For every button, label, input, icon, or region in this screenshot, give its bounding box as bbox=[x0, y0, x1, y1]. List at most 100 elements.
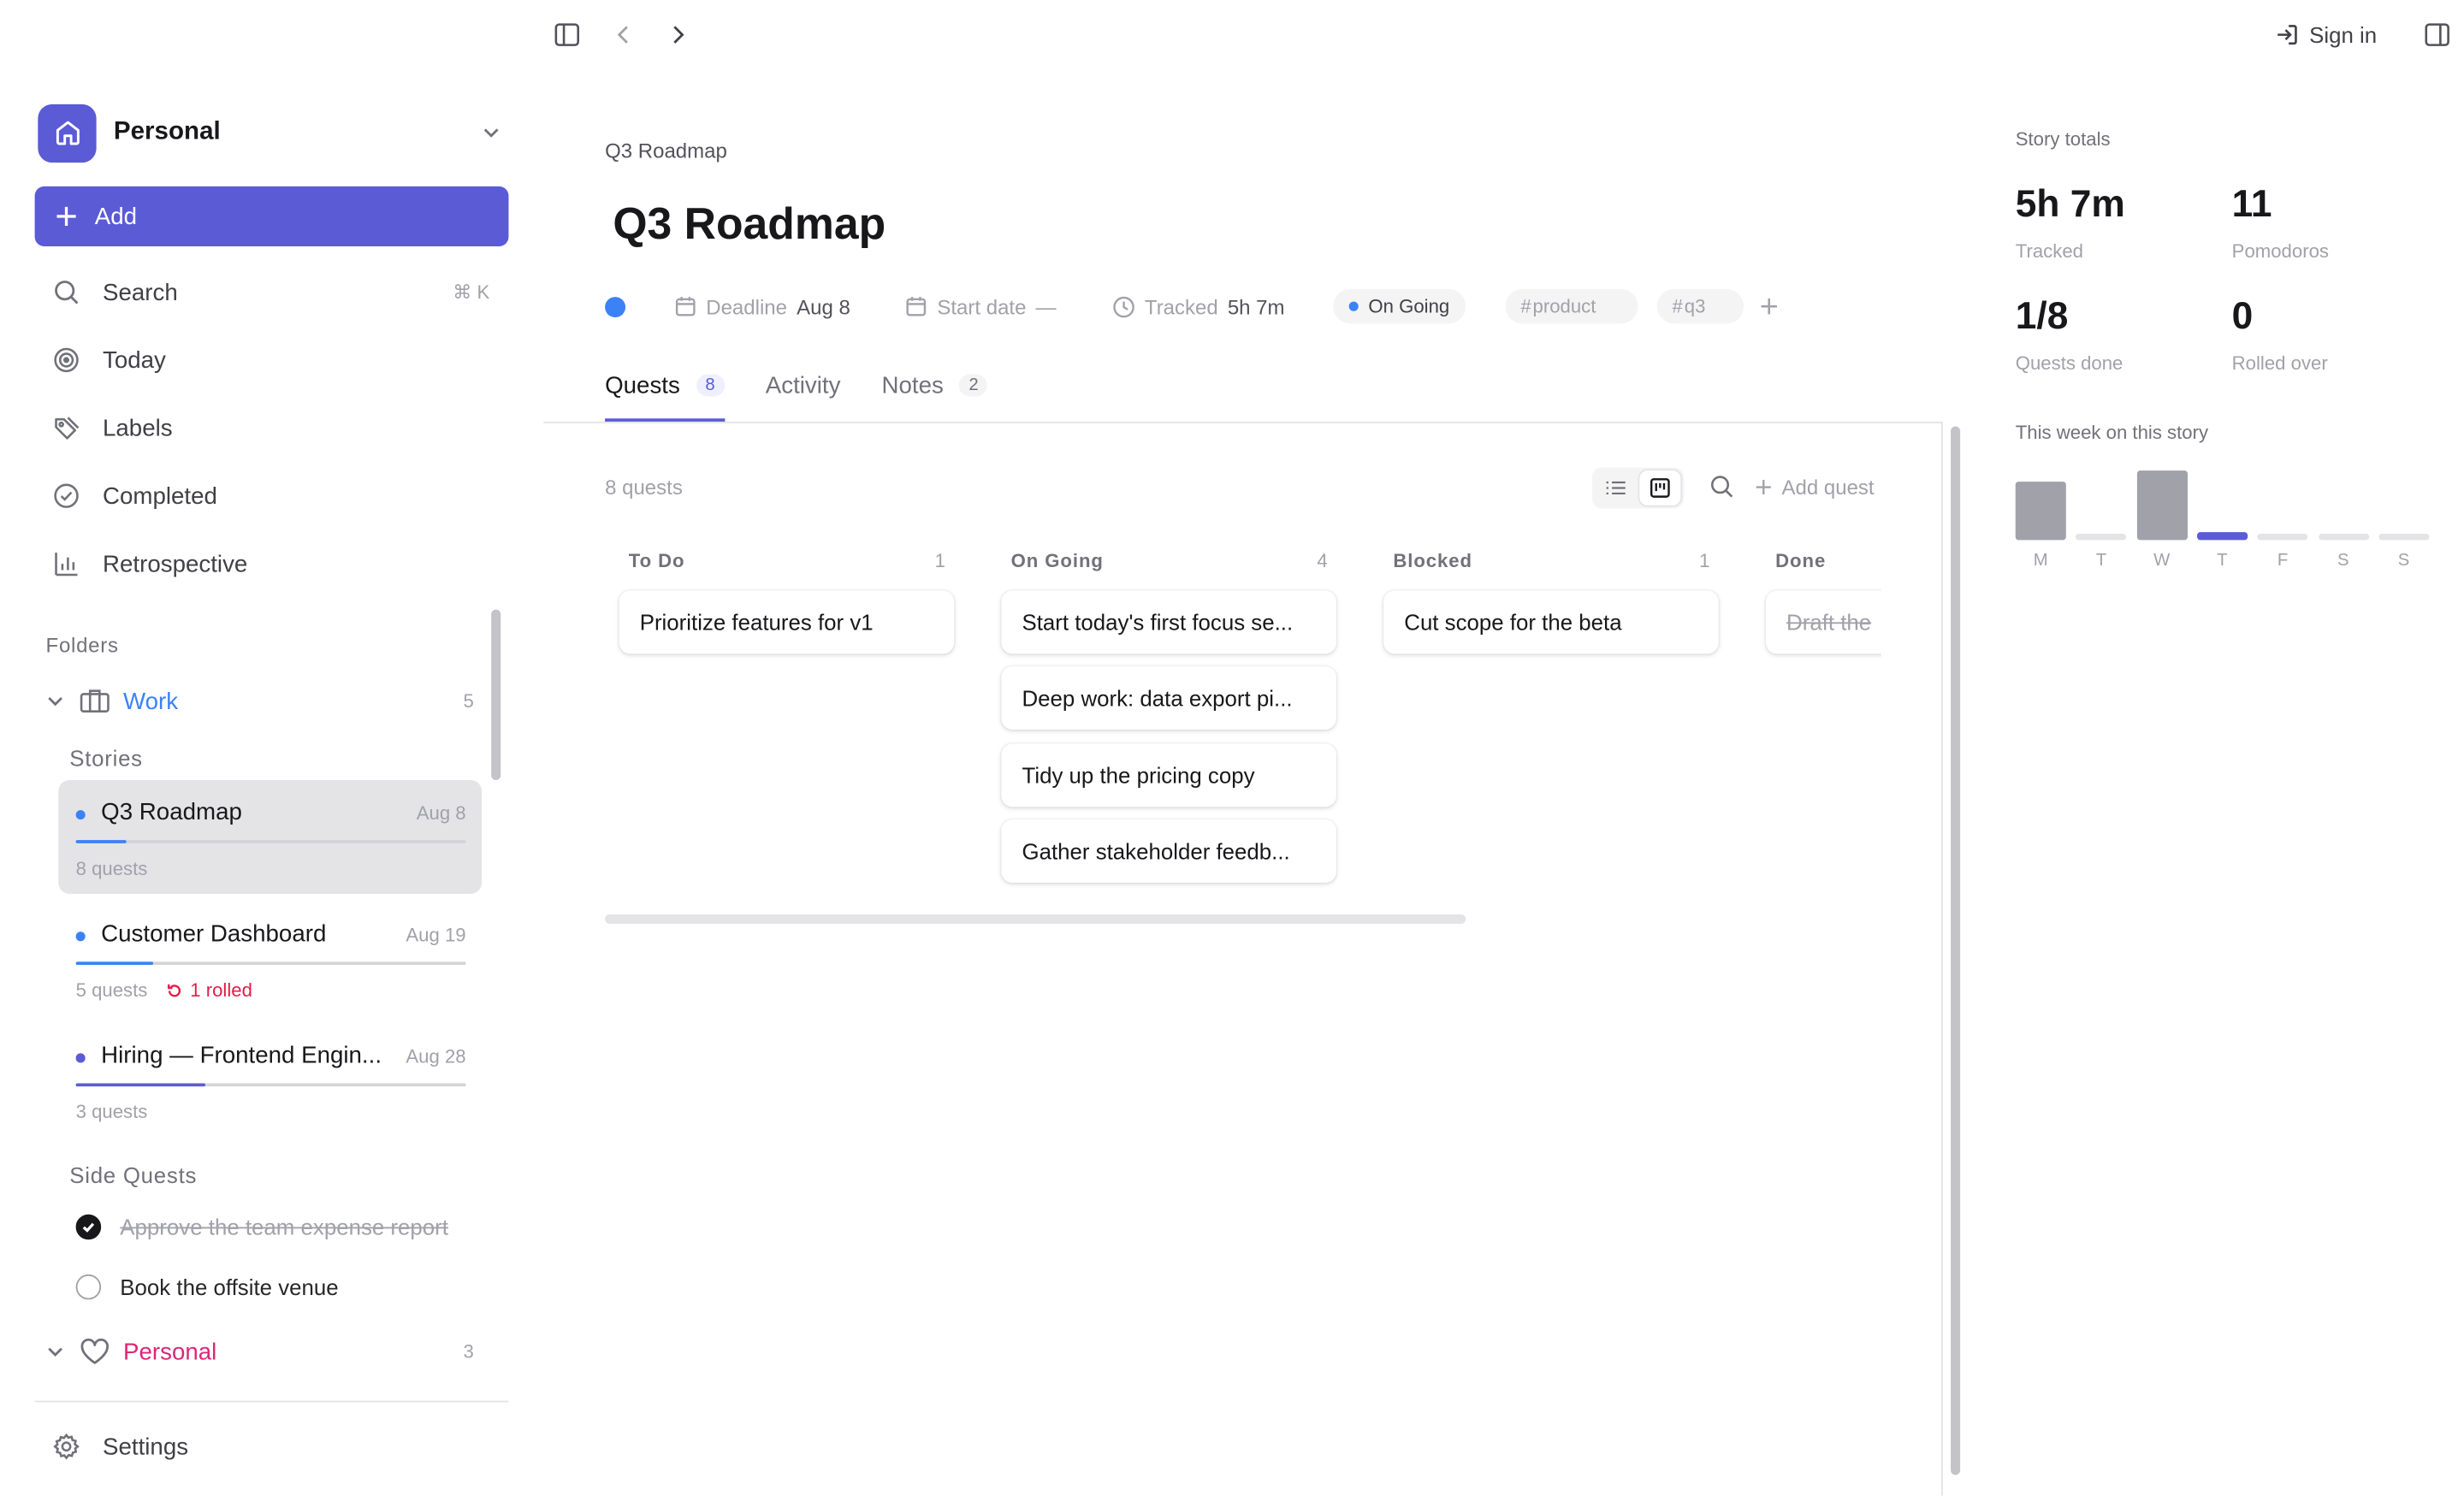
nav-retrospective[interactable]: Retrospective bbox=[35, 535, 509, 592]
story-color-dot bbox=[75, 1053, 86, 1063]
toggle-sidebar-button[interactable] bbox=[549, 17, 584, 52]
add-quest-label: Add quest bbox=[1781, 475, 1875, 500]
folder-personal[interactable]: Personal 3 bbox=[44, 1331, 474, 1372]
folder-work[interactable]: Work 5 bbox=[44, 681, 474, 722]
column-count: 1 bbox=[934, 549, 946, 572]
board-view-button[interactable] bbox=[1639, 470, 1681, 506]
list-view-button[interactable] bbox=[1596, 470, 1637, 506]
bar-chart-icon bbox=[55, 553, 78, 577]
story-quest-count: 5 quests bbox=[75, 979, 148, 1002]
view-toggle bbox=[1591, 467, 1685, 509]
right-panel-icon bbox=[2425, 23, 2449, 46]
deadline-property[interactable]: Deadline Aug 8 bbox=[674, 294, 850, 318]
quest-card[interactable]: Deep work: data export pi... bbox=[1001, 666, 1336, 730]
start-date-property[interactable]: Start date — bbox=[905, 294, 1057, 319]
tab-notes[interactable]: Notes 2 bbox=[881, 370, 988, 423]
tracked-total: 5h 7m bbox=[2015, 183, 2125, 227]
story-totals-label: Story totals bbox=[2015, 127, 2111, 151]
sidebar-scrollbar-thumb[interactable] bbox=[491, 609, 501, 781]
tracked-property[interactable]: Tracked 5h 7m bbox=[1111, 294, 1285, 319]
quest-card[interactable]: Start today's first focus se... bbox=[1001, 590, 1336, 654]
target-icon bbox=[54, 347, 79, 373]
tag-product[interactable]: # product bbox=[1504, 288, 1638, 324]
story-date: Aug 8 bbox=[416, 801, 466, 825]
story-progress bbox=[75, 840, 466, 843]
nav-today[interactable]: Today bbox=[35, 332, 509, 388]
start-date-value: — bbox=[1035, 294, 1057, 319]
search-shortcut: ⌘ K bbox=[453, 281, 490, 304]
week-day-label: S bbox=[2337, 551, 2349, 571]
quest-card[interactable]: Gather stakeholder feedb... bbox=[1001, 819, 1336, 884]
search-quests-button[interactable] bbox=[1709, 474, 1735, 500]
sign-in-label: Sign in bbox=[2309, 21, 2378, 48]
nav-labels[interactable]: Labels bbox=[35, 399, 509, 456]
rolled-over-total: 0 bbox=[2231, 295, 2254, 339]
rolled-badge: 1 rolled bbox=[167, 979, 252, 1001]
search-icon bbox=[55, 281, 79, 305]
tab-activity[interactable]: Activity bbox=[766, 370, 841, 423]
quest-card[interactable]: Cut scope for the beta bbox=[1383, 590, 1719, 654]
week-day-label: S bbox=[2397, 551, 2410, 571]
quests-done-label: Quests done bbox=[2015, 352, 2123, 375]
back-button[interactable] bbox=[607, 17, 642, 52]
sidebar-divider bbox=[34, 1400, 509, 1403]
tab-count: 8 bbox=[696, 374, 725, 397]
toggle-right-panel-button[interactable] bbox=[2420, 17, 2455, 52]
plus-icon bbox=[1760, 298, 1777, 315]
check-circle-icon bbox=[54, 483, 79, 508]
column-count: 4 bbox=[1317, 549, 1329, 572]
workspace-switcher[interactable]: Personal bbox=[38, 103, 508, 163]
side-quest-label: Approve the team expense report bbox=[120, 1214, 448, 1240]
nav-completed[interactable]: Completed bbox=[35, 467, 509, 523]
story-quest-count: 8 quests bbox=[75, 857, 148, 880]
main-scrollbar[interactable] bbox=[1947, 426, 1963, 1478]
quest-card[interactable]: Prioritize features for v1 bbox=[619, 590, 955, 654]
checkbox-checked[interactable] bbox=[75, 1214, 102, 1240]
side-quest-item[interactable]: Approve the team expense report bbox=[75, 1209, 448, 1245]
chevron-down-icon bbox=[483, 128, 499, 138]
folders-label: Folders bbox=[45, 633, 119, 658]
kanban-board: To Do 1 Prioritize features for v1 On Goi… bbox=[605, 534, 1881, 913]
quest-card[interactable]: Draft the bbox=[1766, 590, 1881, 654]
add-tag-button[interactable] bbox=[1759, 297, 1778, 316]
checkbox[interactable] bbox=[75, 1274, 102, 1300]
breadcrumb[interactable]: Q3 Roadmap bbox=[605, 139, 727, 163]
forward-button[interactable] bbox=[660, 17, 696, 52]
stories-label: Stories bbox=[69, 745, 143, 771]
story-item-hiring[interactable]: Hiring — Frontend Engin... Aug 28 3 ques… bbox=[58, 1023, 482, 1137]
story-item-customer-dashboard[interactable]: Customer Dashboard Aug 19 5 quests 1 rol… bbox=[58, 902, 482, 1015]
chevron-left-icon bbox=[617, 26, 628, 44]
tracked-label: Tracked bbox=[1144, 294, 1218, 319]
story-progress-fill bbox=[75, 1083, 205, 1087]
tabs-divider bbox=[543, 421, 1943, 423]
add-quest-button[interactable]: Add quest bbox=[1755, 475, 1875, 500]
tag-q3[interactable]: # q3 bbox=[1656, 288, 1744, 324]
story-item-q3-roadmap[interactable]: Q3 Roadmap Aug 8 8 quests bbox=[58, 780, 483, 894]
quest-card[interactable]: Tidy up the pricing copy bbox=[1001, 743, 1336, 807]
story-date: Aug 28 bbox=[406, 1045, 466, 1068]
pomodoros-total-label: Pomodoros bbox=[2231, 239, 2329, 263]
sign-in-icon bbox=[2277, 25, 2297, 45]
week-bar bbox=[2196, 531, 2248, 541]
status-badge[interactable]: On Going bbox=[1333, 288, 1466, 324]
add-button[interactable]: Add bbox=[34, 186, 509, 247]
story-name: Customer Dashboard bbox=[101, 920, 327, 948]
story-color-dot[interactable] bbox=[605, 296, 626, 317]
page-title[interactable]: Q3 Roadmap bbox=[613, 199, 886, 250]
nav-settings[interactable]: Settings bbox=[35, 1418, 509, 1475]
main-scrollbar-thumb[interactable] bbox=[1951, 426, 1961, 1475]
chevron-right-icon bbox=[673, 26, 684, 44]
tab-label: Activity bbox=[765, 372, 841, 400]
quest-count: 8 quests bbox=[605, 475, 683, 500]
list-icon bbox=[1606, 481, 1626, 495]
sign-in-button[interactable]: Sign in bbox=[2275, 15, 2378, 53]
story-progress-fill bbox=[75, 840, 127, 843]
sidebar-scrollbar[interactable] bbox=[488, 606, 503, 1396]
board-horizontal-scrollbar[interactable] bbox=[605, 914, 1466, 925]
search-icon bbox=[1710, 476, 1733, 498]
deadline-label: Deadline bbox=[706, 294, 788, 319]
tab-quests[interactable]: Quests 8 bbox=[605, 370, 725, 423]
side-quest-item[interactable]: Book the offsite venue bbox=[75, 1269, 339, 1304]
nav-search[interactable]: Search ⌘ K bbox=[35, 263, 509, 320]
calendar-icon bbox=[907, 297, 927, 316]
